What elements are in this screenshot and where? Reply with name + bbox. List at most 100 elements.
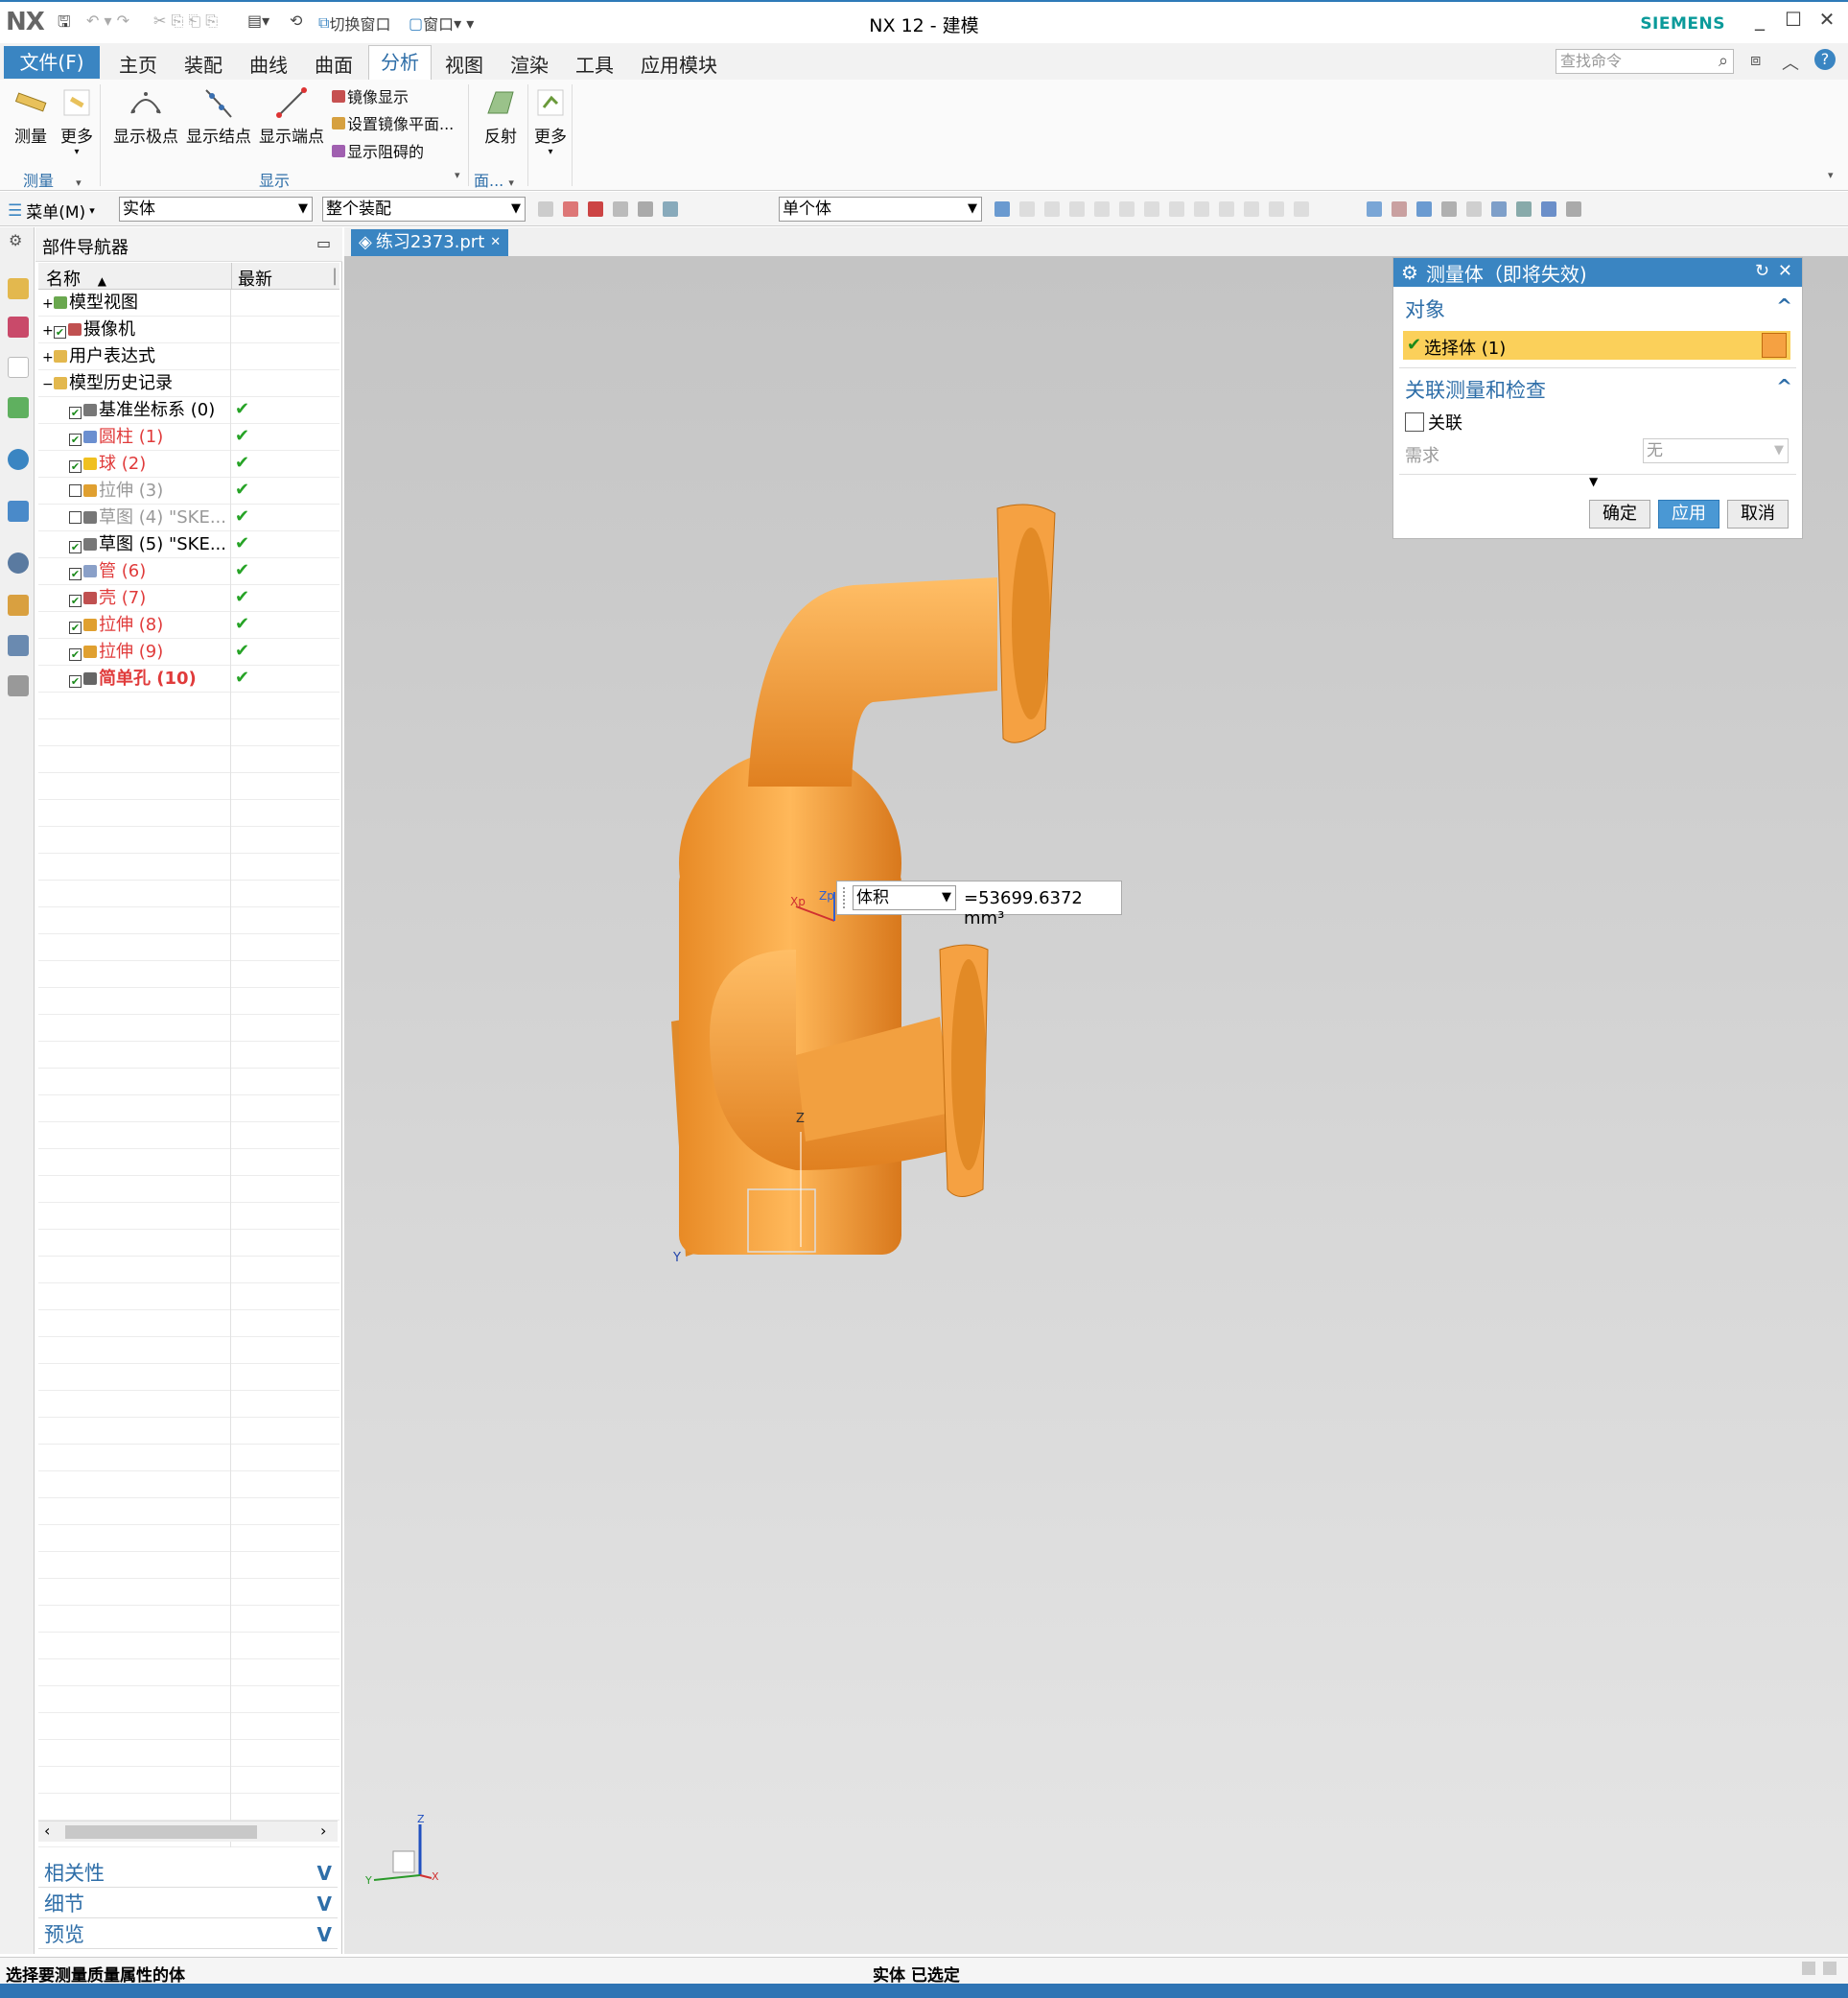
main-menu-button[interactable]: ☰ 菜单(M) ▾ bbox=[8, 199, 95, 223]
tree-row[interactable]: 草图 (4) "SKE... ✔ bbox=[38, 505, 339, 531]
column-latest[interactable]: 最新 bbox=[238, 266, 272, 291]
orient-icon[interactable] bbox=[1466, 201, 1482, 217]
tangent-icon[interactable] bbox=[1219, 201, 1234, 217]
point-on-curve-icon[interactable] bbox=[1169, 201, 1184, 217]
dialog-close-icon[interactable]: ✕ bbox=[1778, 261, 1792, 281]
visibility-checkbox[interactable]: ✔ bbox=[69, 568, 82, 580]
face-snap-icon[interactable] bbox=[1269, 201, 1284, 217]
midpoint-snap-icon[interactable] bbox=[1044, 201, 1060, 217]
expand-toggle-icon[interactable]: + bbox=[42, 345, 54, 370]
visibility-checkbox[interactable]: ✔ bbox=[69, 622, 82, 634]
select-body-row[interactable]: ✔ 选择体 (1) bbox=[1403, 331, 1790, 360]
panel-preview[interactable]: 预览 V bbox=[38, 1920, 338, 1949]
bounded-icon[interactable] bbox=[1244, 201, 1259, 217]
navigator-maximize-icon[interactable]: ▭ bbox=[316, 234, 331, 252]
tree-row[interactable]: − 模型历史记录 bbox=[38, 370, 339, 397]
pole-snap-icon[interactable] bbox=[1294, 201, 1309, 217]
show-poles-button[interactable]: 显示极点 bbox=[111, 84, 180, 147]
visibility-checkbox[interactable]: ✔ bbox=[69, 434, 82, 446]
endpoint-snap-icon[interactable] bbox=[1019, 201, 1035, 217]
tab-application[interactable]: 应用模块 bbox=[641, 50, 717, 78]
visibility-checkbox[interactable] bbox=[69, 484, 82, 497]
expand-toggle-icon[interactable]: − bbox=[42, 372, 54, 397]
pan-icon[interactable] bbox=[1441, 201, 1457, 217]
visibility-checkbox[interactable]: ✔ bbox=[69, 407, 82, 419]
settings-gear-icon[interactable]: ⚙ bbox=[9, 231, 22, 249]
tree-row[interactable]: ✔ 壳 (7) ✔ bbox=[38, 585, 339, 612]
box-select-icon[interactable] bbox=[638, 201, 653, 217]
requirement-select[interactable]: 无 ▼ bbox=[1643, 438, 1789, 463]
tab-render[interactable]: 渲染 bbox=[510, 50, 549, 78]
measure-more-button[interactable]: 更多 ▾ bbox=[58, 84, 96, 157]
document-tab[interactable]: ◈ 练习2373.prt ✕ bbox=[351, 229, 509, 256]
maximize-button[interactable]: ☐ bbox=[1777, 8, 1810, 31]
close-window-button[interactable]: ✕ bbox=[1811, 8, 1843, 31]
visibility-checkbox[interactable] bbox=[69, 511, 82, 524]
cancel-button[interactable]: 取消 bbox=[1727, 500, 1789, 529]
tree-row[interactable]: 拉伸 (3) ✔ bbox=[38, 478, 339, 505]
body-icon[interactable] bbox=[663, 201, 678, 217]
visibility-checkbox[interactable]: ✔ bbox=[69, 648, 82, 661]
expand-dialog-icon[interactable]: ▼ bbox=[1589, 475, 1598, 488]
tab-analysis[interactable]: 分析 bbox=[368, 45, 432, 81]
scroll-thumb[interactable] bbox=[65, 1825, 257, 1839]
rotate-icon[interactable] bbox=[1416, 201, 1432, 217]
layout-icon[interactable] bbox=[1491, 201, 1507, 217]
ok-button[interactable]: 确定 bbox=[1589, 500, 1650, 529]
part-navigator-icon[interactable] bbox=[8, 357, 29, 378]
web-browser-icon[interactable] bbox=[8, 449, 29, 470]
expand-toggle-icon[interactable]: + bbox=[42, 318, 54, 343]
roles-icon[interactable] bbox=[8, 635, 29, 656]
zoom-icon[interactable] bbox=[1392, 201, 1407, 217]
show-knots-button[interactable]: 显示结点 bbox=[184, 84, 253, 147]
visibility-checkbox[interactable]: ✔ bbox=[69, 460, 82, 473]
reset-icon[interactable]: ↻ bbox=[1755, 261, 1769, 281]
filter-icon[interactable] bbox=[538, 201, 553, 217]
group-display-dropdown-icon[interactable]: ▾ bbox=[455, 169, 460, 181]
tree-row[interactable]: ✔ 球 (2) ✔ bbox=[38, 451, 339, 478]
reflection-button[interactable]: 反射 bbox=[481, 84, 520, 147]
column-name[interactable]: 名称 ▲ bbox=[46, 266, 106, 291]
tree-row[interactable]: ✔ 简单孔 (10) ✔ bbox=[38, 666, 339, 693]
selection-scope-select[interactable]: 整个装配 ▼ bbox=[322, 197, 526, 222]
section-icon[interactable] bbox=[1566, 201, 1581, 217]
visibility-checkbox[interactable]: ✔ bbox=[69, 541, 82, 553]
assembly-navigator-icon[interactable] bbox=[8, 278, 29, 299]
status-icon[interactable] bbox=[1823, 1962, 1836, 1975]
navigator-hscrollbar[interactable]: ‹ › bbox=[38, 1821, 338, 1842]
command-search-input[interactable]: 查找命令 bbox=[1556, 49, 1734, 74]
intersection-icon[interactable] bbox=[1094, 201, 1110, 217]
lasso-icon[interactable] bbox=[613, 201, 628, 217]
existing-point-icon[interactable] bbox=[1194, 201, 1209, 217]
reuse-library-icon[interactable] bbox=[8, 397, 29, 418]
snap-point-icons[interactable] bbox=[990, 201, 1314, 217]
type-filter-select[interactable]: 实体 ▼ bbox=[119, 197, 313, 222]
visibility-checkbox[interactable]: ✔ bbox=[69, 595, 82, 607]
apply-button[interactable]: 应用 bbox=[1658, 500, 1719, 529]
expand-toggle-icon[interactable]: + bbox=[42, 292, 54, 317]
file-menu-tab[interactable]: 文件(F) bbox=[4, 46, 100, 79]
ribbon-options-icon[interactable]: ▾ bbox=[1828, 169, 1834, 181]
collapse-icon[interactable]: ^ bbox=[1776, 294, 1792, 317]
tree-row[interactable]: + 模型视图 bbox=[38, 290, 339, 317]
tree-row[interactable]: ✔ 基准坐标系 (0) ✔ bbox=[38, 397, 339, 424]
tree-row[interactable]: + ✔ 摄像机 bbox=[38, 317, 339, 343]
shaded-icon[interactable] bbox=[1541, 201, 1556, 217]
tab-assembly[interactable]: 装配 bbox=[184, 50, 222, 78]
tab-curve[interactable]: 曲线 bbox=[249, 50, 288, 78]
tab-home[interactable]: 主页 bbox=[119, 50, 157, 78]
history-icon[interactable] bbox=[8, 501, 29, 522]
fit-icon[interactable] bbox=[1367, 201, 1382, 217]
mirror-display-button[interactable]: 镜像显示 bbox=[332, 84, 409, 107]
collapse-ribbon-icon[interactable]: ︿ bbox=[1782, 50, 1799, 75]
tree-row[interactable]: ✔ 拉伸 (9) ✔ bbox=[38, 639, 339, 666]
minimize-button[interactable]: _ bbox=[1743, 8, 1776, 31]
show-endpoints-button[interactable]: 显示端点 bbox=[257, 84, 326, 147]
constraint-navigator-icon[interactable] bbox=[8, 317, 29, 338]
help-icon[interactable]: ? bbox=[1814, 49, 1836, 70]
select-all-icon[interactable] bbox=[563, 201, 578, 217]
body-rule-select[interactable]: 单个体 ▼ bbox=[779, 197, 982, 222]
tree-row[interactable]: ✔ 拉伸 (8) ✔ bbox=[38, 612, 339, 639]
tree-row[interactable]: ✔ 管 (6) ✔ bbox=[38, 558, 339, 585]
panel-details[interactable]: 细节 V bbox=[38, 1890, 338, 1918]
